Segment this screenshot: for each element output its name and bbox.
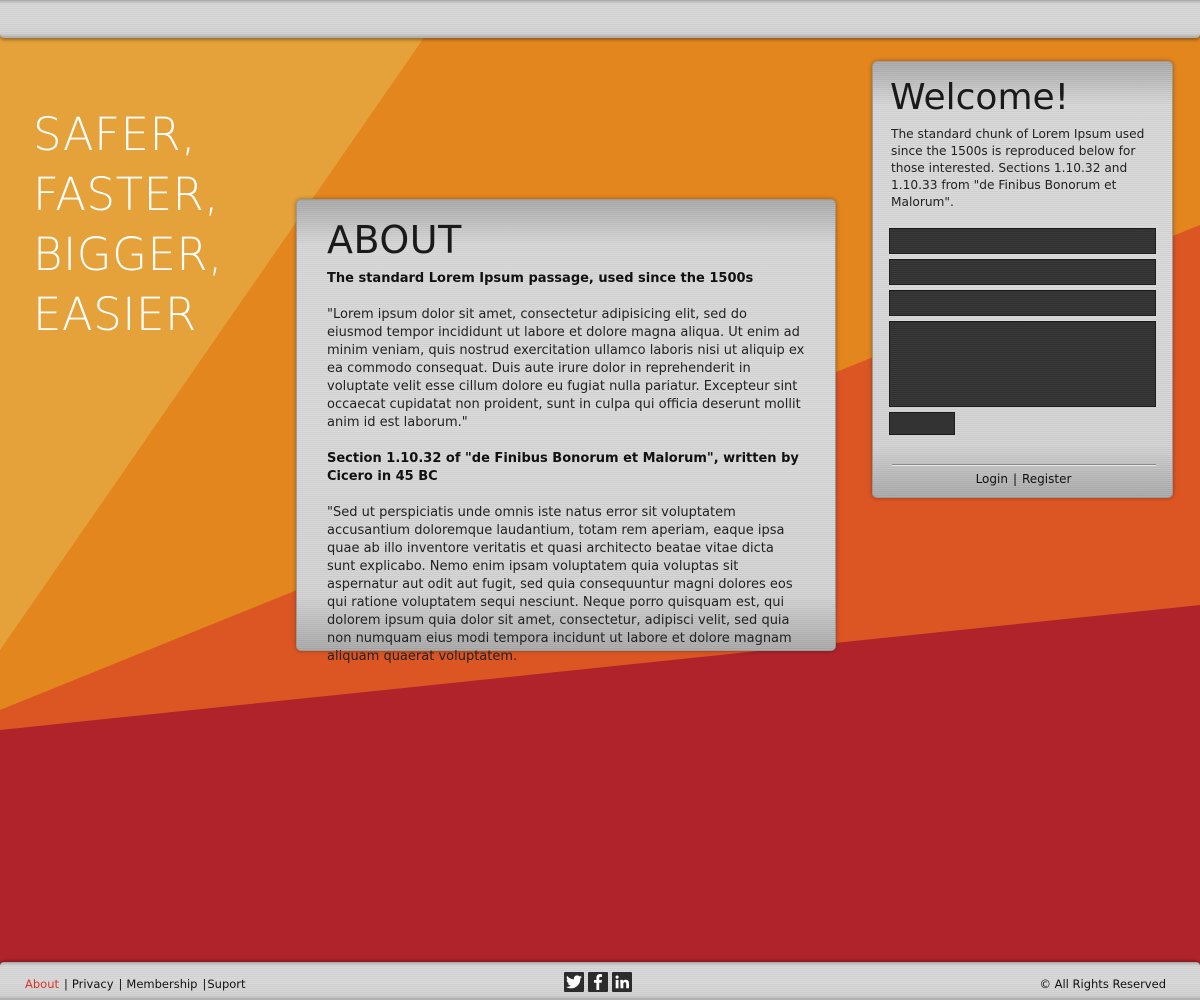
tagline-line-2: FASTER,	[33, 168, 220, 221]
message-field[interactable]	[889, 321, 1156, 407]
footer: About | Privacy | Membership |Suport © All Ri…	[0, 962, 1200, 1000]
about-subtitle-1: The standard Lorem Ipsum passage, used s…	[327, 271, 754, 286]
link-separator: |	[118, 977, 123, 991]
link-separator: |	[64, 977, 68, 991]
footer-link-privacy[interactable]: Privacy	[72, 977, 114, 991]
about-subtitle-2: Section 1.10.32 of "de Finibus Bonorum e…	[327, 451, 799, 484]
linkedin-glyph	[615, 975, 629, 989]
submit-button[interactable]	[889, 412, 955, 435]
linkedin-icon[interactable]	[612, 972, 632, 992]
footer-link-support[interactable]: Suport	[207, 977, 245, 991]
twitter-icon[interactable]	[564, 972, 584, 992]
login-link[interactable]: Login	[976, 472, 1008, 486]
social-links	[564, 972, 632, 992]
facebook-glyph	[594, 974, 602, 990]
top-bar	[0, 0, 1200, 38]
hero-tagline: SAFER, FASTER, BIGGER, EASIER	[33, 105, 223, 345]
welcome-divider	[892, 464, 1156, 466]
footer-link-membership[interactable]: Membership	[126, 977, 197, 991]
welcome-text: The standard chunk of Lorem Ipsum used s…	[891, 127, 1145, 209]
welcome-panel: Welcome! The standard chunk of Lorem Ips…	[872, 61, 1173, 498]
about-paragraph-2: "Sed ut perspiciatis unde omnis iste nat…	[327, 505, 793, 664]
link-separator: |	[202, 977, 207, 991]
about-paragraph-1: "Lorem ipsum dolor sit amet, consectetur…	[327, 307, 805, 430]
subject-field[interactable]	[889, 290, 1156, 316]
facebook-icon[interactable]	[588, 972, 608, 992]
about-panel: ABOUT The standard Lorem Ipsum passage, …	[296, 199, 836, 664]
copyright-text: © All Rights Reserved	[1039, 977, 1166, 991]
tagline-line-3: BIGGER,	[33, 228, 223, 281]
tagline-line-4: EASIER	[33, 288, 197, 341]
welcome-title: Welcome!	[890, 77, 1070, 118]
register-link[interactable]: Register	[1022, 472, 1071, 486]
contact-form	[889, 228, 1156, 435]
about-title: ABOUT	[327, 218, 462, 262]
twitter-glyph	[566, 975, 582, 989]
footer-nav: About | Privacy | Membership |Suport	[25, 977, 246, 991]
account-links: Login | Register	[873, 472, 1174, 486]
email-field[interactable]	[889, 259, 1156, 285]
name-field[interactable]	[889, 228, 1156, 254]
link-separator: |	[1012, 472, 1017, 486]
tagline-line-1: SAFER,	[33, 108, 197, 161]
footer-link-about[interactable]: About	[25, 977, 59, 991]
